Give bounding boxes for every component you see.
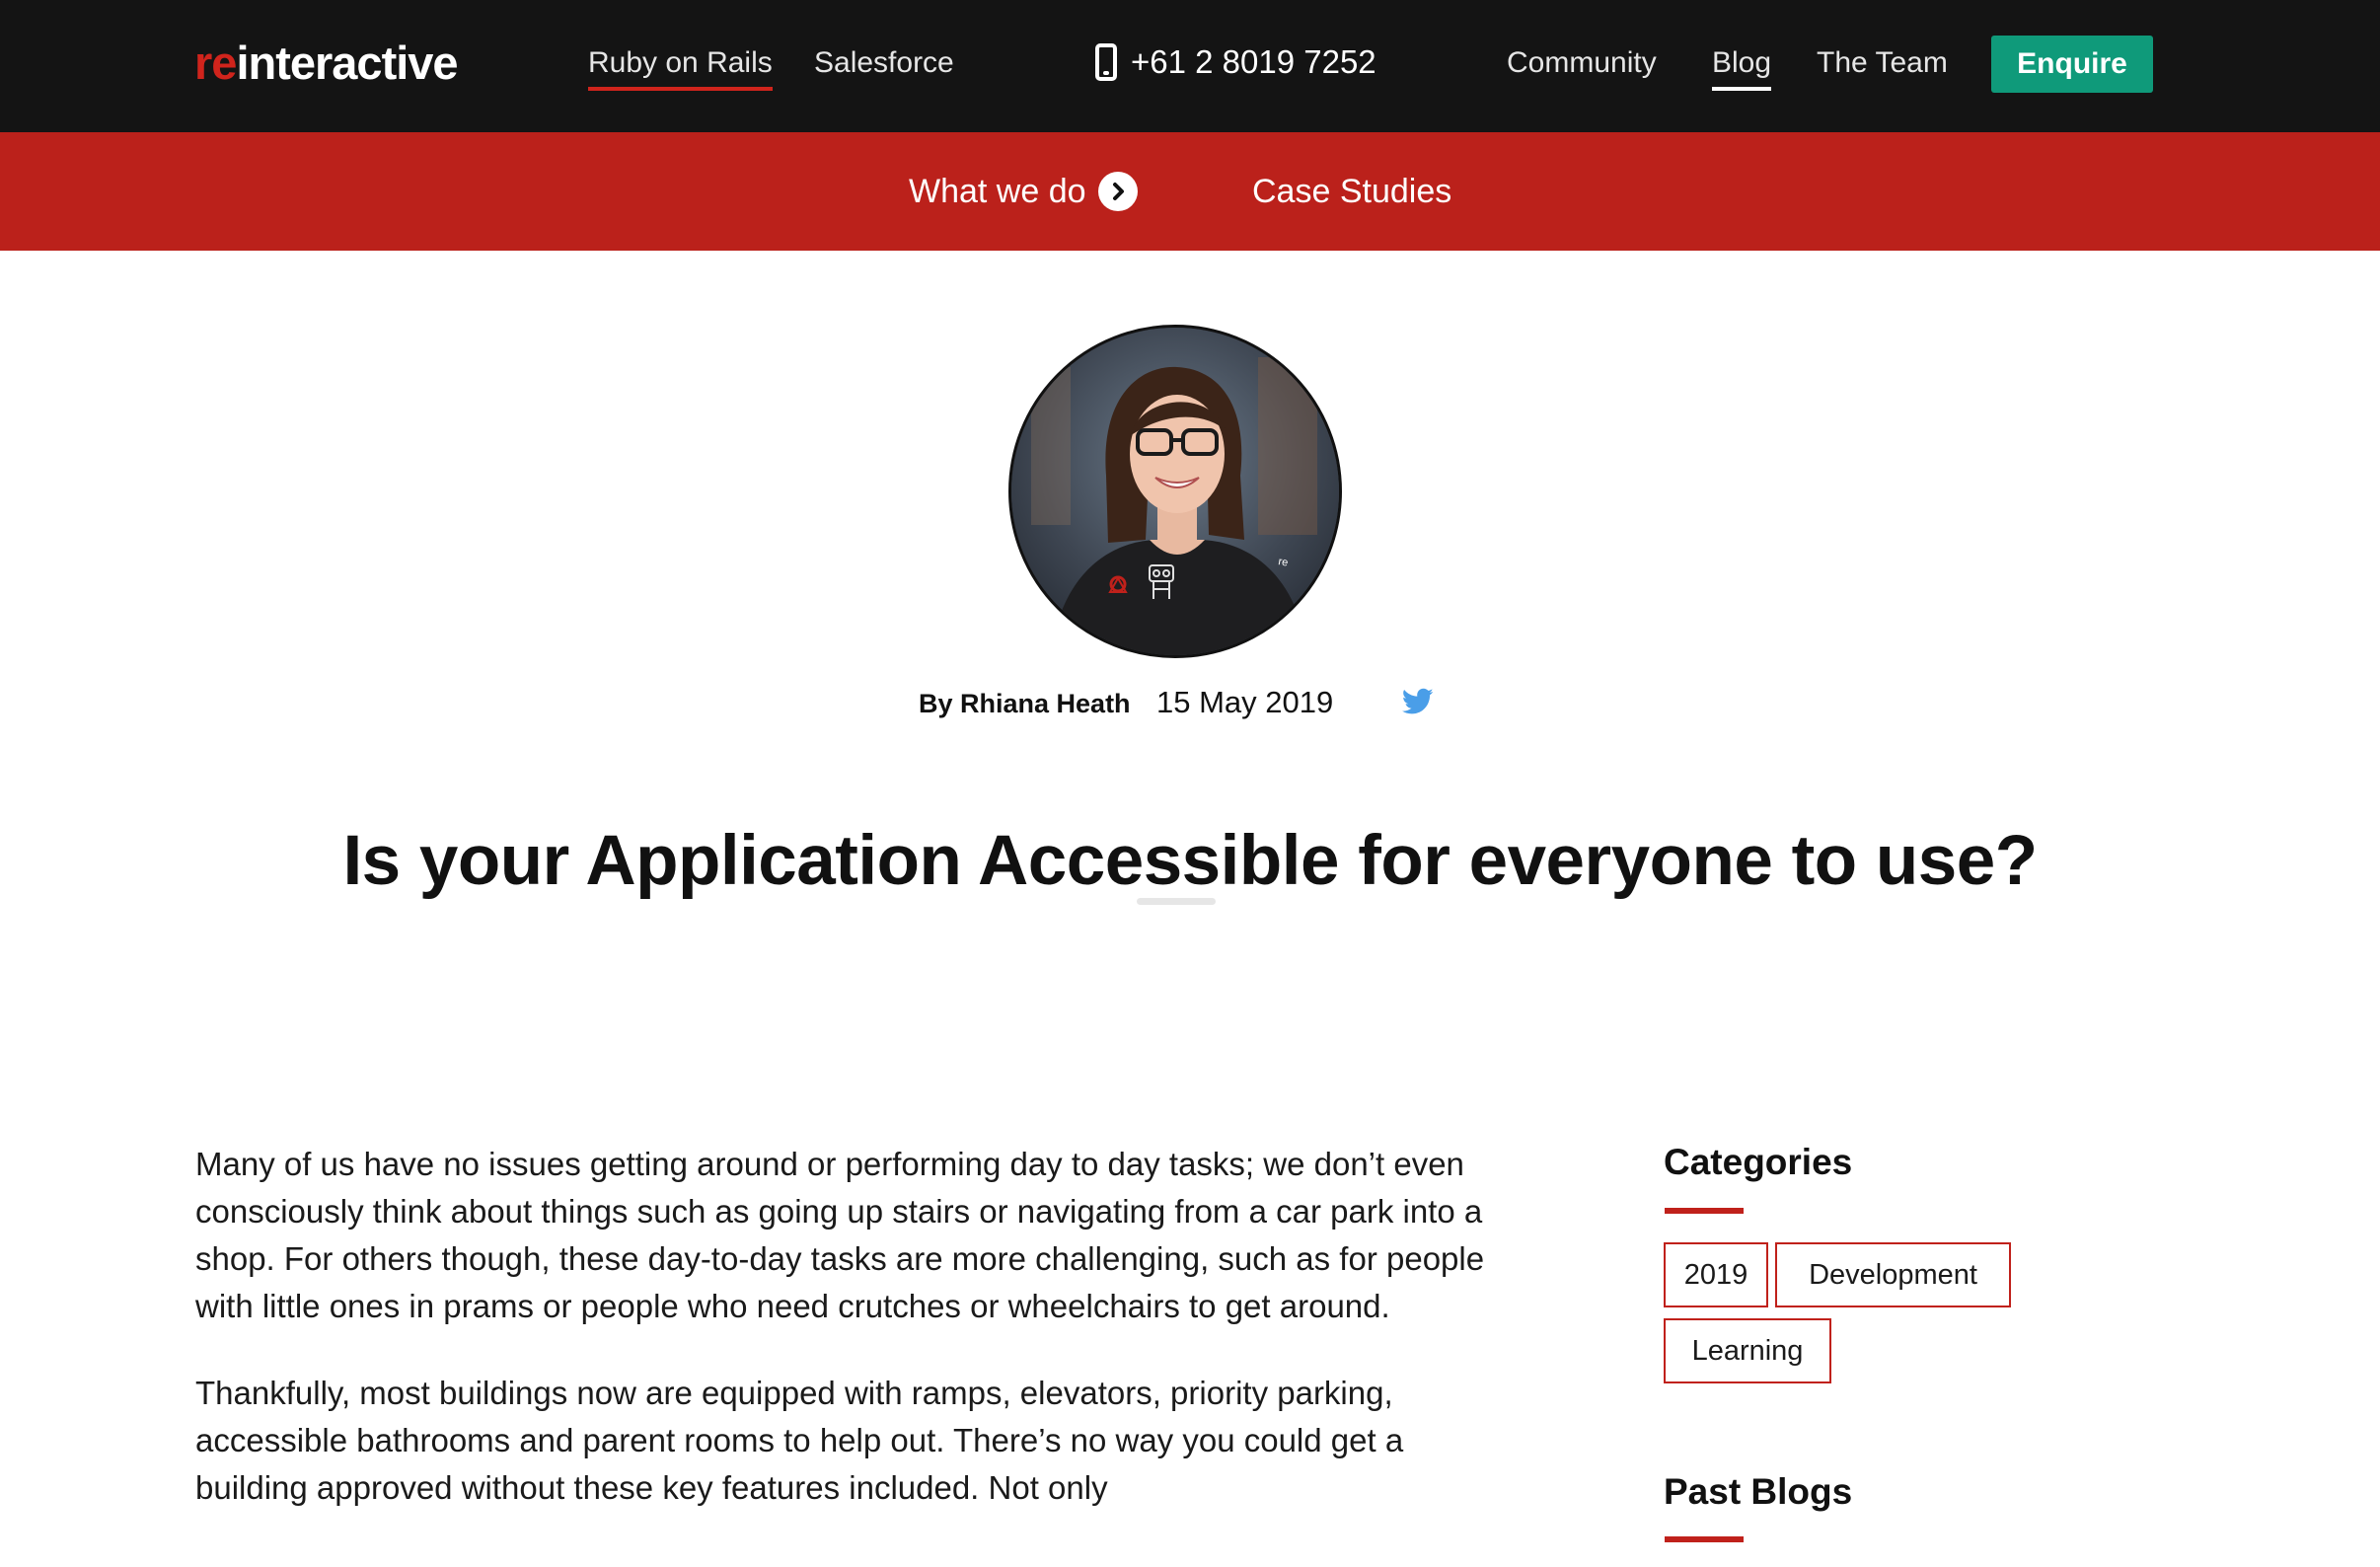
author-name: By Rhiana Heath xyxy=(919,689,1131,718)
post-date: 15 May 2019 xyxy=(1156,685,1334,719)
phone-link[interactable]: +61 2 8019 7252 xyxy=(1095,39,1376,85)
post-paragraph: Many of us have no issues getting around… xyxy=(195,1146,1485,1324)
nav-community[interactable]: Community xyxy=(1507,43,1657,83)
past-blogs-underline xyxy=(1665,1536,1744,1542)
nav-salesforce[interactable]: Salesforce xyxy=(814,43,954,83)
post-body: Many of us have no issues getting around… xyxy=(195,1141,1508,1551)
title-divider xyxy=(1137,898,1216,905)
chevron-right-icon xyxy=(1097,172,1138,211)
category-tag-development[interactable]: Development xyxy=(1775,1242,2011,1307)
phone-icon xyxy=(1095,43,1117,81)
nav-ruby-on-rails[interactable]: Ruby on Rails xyxy=(588,43,773,91)
phone-number: +61 2 8019 7252 xyxy=(1131,43,1376,80)
past-blogs-heading: Past Blogs xyxy=(1664,1471,1853,1512)
twitter-icon[interactable] xyxy=(1401,688,1434,715)
post-title: Is your Application Accessible for every… xyxy=(342,821,2038,900)
site-logo[interactable]: reinteractive xyxy=(194,34,459,93)
categories-heading: Categories xyxy=(1664,1142,1853,1182)
subnav-case-studies[interactable]: Case Studies xyxy=(1252,170,1451,213)
svg-text:re: re xyxy=(1277,556,1289,569)
categories-underline xyxy=(1665,1208,1744,1214)
subnav-what-we-do-label: What we do xyxy=(909,173,1086,210)
author-avatar: re xyxy=(1008,325,1342,658)
nav-the-team[interactable]: The Team xyxy=(1817,43,1948,83)
subnav-what-we-do[interactable]: What we do xyxy=(909,170,1138,213)
post-paragraph: Thankfully, most buildings now are equip… xyxy=(195,1375,1404,1506)
sub-navbar: What we do Case Studies xyxy=(0,132,2380,251)
enquire-button[interactable]: Enquire xyxy=(1991,36,2153,93)
category-tag-2019[interactable]: 2019 xyxy=(1664,1242,1768,1307)
top-navbar: reinteractive Ruby on Rails Salesforce +… xyxy=(0,0,2380,132)
category-tag-learning[interactable]: Learning xyxy=(1664,1318,1831,1383)
nav-blog[interactable]: Blog xyxy=(1712,43,1772,91)
post-byline: By Rhiana Heath 15 May 2019 xyxy=(0,685,2380,724)
